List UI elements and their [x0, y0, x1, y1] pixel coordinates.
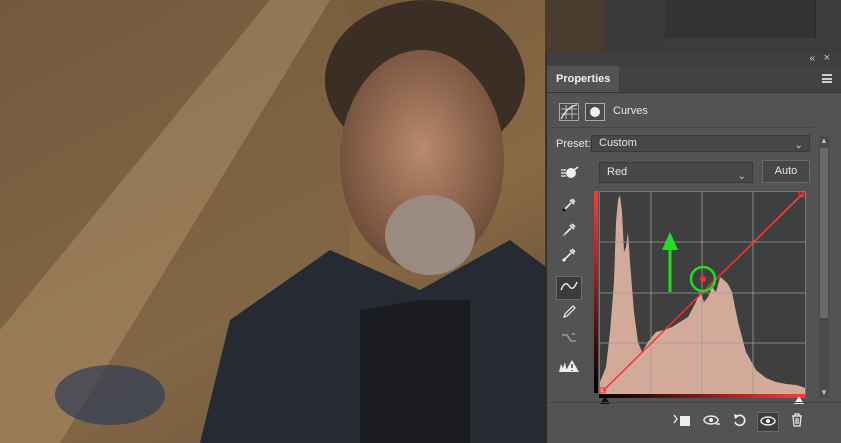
input-gradient-bar — [599, 394, 805, 398]
chevron-down-icon: ⌄ — [737, 171, 746, 182]
collapse-icon[interactable]: « — [809, 53, 814, 64]
view-previous-icon[interactable] — [701, 412, 723, 432]
preset-value: Custom — [599, 137, 637, 149]
close-icon[interactable]: × — [824, 52, 830, 64]
panel-dock-strip — [665, 0, 841, 52]
clipping-warning-icon[interactable] — [558, 358, 580, 378]
panel-bottom-bar — [547, 404, 841, 443]
eyedropper-white-glyph — [562, 248, 576, 262]
scroll-thumb[interactable] — [820, 148, 828, 318]
eye-glyph — [760, 416, 776, 426]
layer-mask-icon[interactable] — [585, 103, 605, 121]
visibility-eye-icon[interactable] — [757, 412, 779, 432]
clip-glyph — [673, 414, 690, 426]
properties-panel: « × Properties Curves Preset: Custom ⌄ R… — [546, 52, 841, 443]
curve-wave-glyph — [560, 281, 578, 291]
panel-menu-icon[interactable] — [822, 74, 832, 83]
curves-grid-icon — [560, 104, 578, 120]
pencil-icon[interactable] — [558, 304, 580, 324]
divider — [552, 127, 814, 128]
histogram-and-curve — [599, 191, 805, 394]
panel-tab-row: Properties — [547, 66, 841, 93]
eyedropper-black-glyph — [562, 198, 576, 212]
adjustment-title: Curves — [613, 105, 648, 117]
green-up-arrow — [662, 232, 678, 250]
preset-dropdown[interactable]: Custom ⌄ — [591, 135, 810, 152]
smooth-glyph — [562, 333, 576, 342]
target-adjust-icon[interactable] — [559, 165, 579, 181]
channel-value: Red — [607, 166, 628, 178]
preset-label: Preset: — [556, 138, 591, 150]
auto-button[interactable]: Auto — [762, 160, 810, 183]
eyedropper-gray-glyph — [562, 223, 576, 237]
reset-glyph — [734, 414, 746, 427]
pencil-glyph — [563, 305, 576, 318]
panel-topbar: « × — [547, 52, 841, 66]
scroll-up-arrow-icon[interactable]: ▲ — [819, 136, 829, 146]
trash-glyph — [792, 413, 802, 427]
scroll-down-arrow-icon[interactable]: ▼ — [819, 388, 829, 398]
curve-point-icon[interactable] — [556, 276, 582, 300]
curve-point[interactable] — [700, 276, 706, 282]
tab-properties[interactable]: Properties — [547, 66, 619, 92]
output-gradient-bar — [594, 191, 598, 393]
histogram-warning-glyph — [559, 360, 579, 372]
eye-previous-glyph — [703, 415, 720, 425]
chevron-down-icon: ⌄ — [794, 140, 803, 151]
reset-icon[interactable] — [729, 412, 751, 432]
panel-scrollbar[interactable]: ▲ ▼ — [819, 136, 829, 398]
divider — [547, 402, 841, 403]
channel-dropdown[interactable]: Red ⌄ — [599, 162, 753, 183]
eyedropper-white-icon[interactable] — [558, 247, 580, 267]
clip-to-layer-icon[interactable] — [671, 412, 693, 432]
eyedropper-black-icon[interactable] — [558, 197, 580, 217]
trash-icon[interactable] — [786, 412, 808, 432]
curves-adjustment-icon[interactable] — [559, 103, 579, 121]
dock-slot — [665, 0, 816, 38]
hand-target-icon — [561, 166, 579, 178]
smooth-icon[interactable] — [558, 330, 580, 350]
curves-graph[interactable] — [599, 191, 806, 395]
eyedropper-gray-icon[interactable] — [558, 222, 580, 242]
